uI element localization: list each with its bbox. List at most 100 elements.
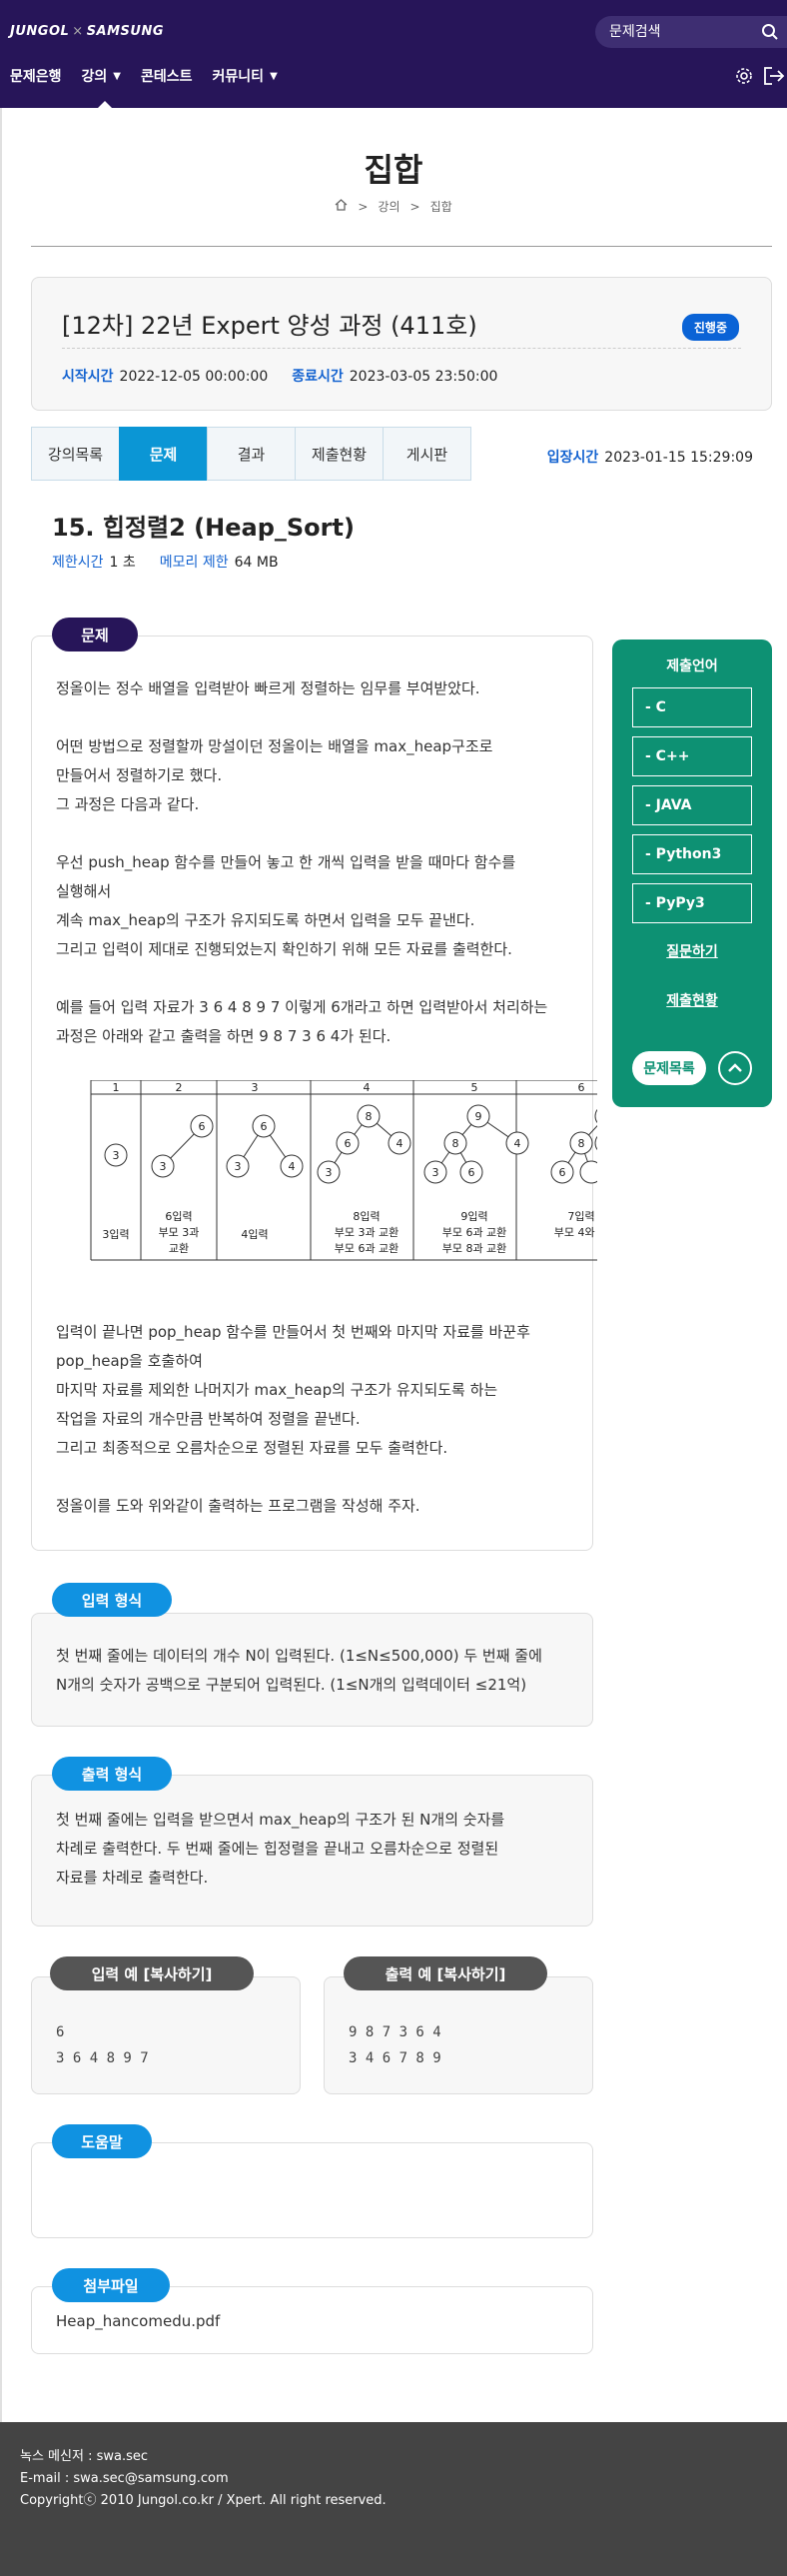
course-times: 시작시간 2022-12-05 00:00:00 종료시간 2023-03-05 23… [62,366,497,386]
tab-problem[interactable]: 문제 [119,427,208,481]
text-line: 마지막 자료를 제외한 나머지가 max_heap의 구조가 유지되도록 하는 [56,1381,498,1399]
column-caption: 4입력 [241,1228,268,1241]
column-caption: 교환 [169,1242,189,1255]
status-badge: 진행중 [681,314,739,341]
input-format-text: 첫 번째 줄에는 데이터의 개수 N이 입력된다. (1≤N≤500,000) … [56,1642,575,1700]
scroll-top-button[interactable] [718,1051,752,1085]
column-header: 4 [364,1081,371,1094]
footer-messenger: 녹스 메신저 : swa.sec [20,2449,148,2464]
text-line: 예를 들어 입력 자료가 3 6 4 8 9 7 이렇게 6개라고 하면 입력받… [56,998,548,1016]
column-caption: 부모 6과 교환 [335,1242,399,1255]
tree-node-value: 8 [578,1137,585,1150]
text-line: 그리고 최종적으로 오름차순으로 정렬된 자료를 모두 출력한다. [56,1439,448,1457]
breadcrumb-item[interactable]: 강의 [378,200,399,214]
example-input: 6 3 6 4 8 9 7 [56,2019,149,2071]
attachment-file-link[interactable]: Heap_hancomedu.pdf [56,2307,220,2336]
column-caption: 부모 6과 교환 [442,1226,507,1239]
problem-limits: 제한시간 1 초 메모리 제한 64 MB [52,552,279,572]
search-icon[interactable] [761,23,779,45]
menu-contest[interactable]: 콘테스트 [141,66,193,86]
example-line: 6 [56,2024,65,2040]
logo-jungol: JUNGOL [10,24,70,39]
tab-submission-status[interactable]: 제출현황 [295,427,384,481]
example-input-label[interactable]: 입력 예 [복사하기] [50,1956,254,1990]
problem-section: 정올이는 정수 배열을 입력받아 빠르게 정렬하는 임무를 부여받았다. 어떤 … [31,636,597,1551]
output-format-section: 첫 번째 줄에는 입력을 받으면서 max_heap의 구조가 된 N개의 숫자… [31,1775,593,1927]
breadcrumb-item[interactable]: 집합 [430,200,452,214]
lang-java-button[interactable]: - JAVA [632,785,752,825]
tree-node-value: 6 [199,1120,206,1133]
logout-icon[interactable] [763,66,785,90]
menu-label: 커뮤니티 [212,69,265,85]
top-navigation-bar: JUNGOL×SAMSUNG 문제은행 강의 ▼ 콘테스트 커뮤니티 ▼ [0,0,787,108]
tab-board[interactable]: 게시판 [383,427,471,481]
column-header: 6 [578,1081,585,1094]
course-info-card: [12차] 22년 Expert 양성 과정 (411호) 진행중 시작시간 20… [31,277,772,411]
main-menu: 문제은행 강의 ▼ 콘테스트 커뮤니티 ▼ [10,66,298,86]
tree-node-value: 3 [326,1166,333,1179]
example-output-label[interactable]: 출력 예 [복사하기] [344,1956,547,1990]
column-header: 5 [471,1081,478,1094]
footer: 녹스 메신저 : swa.sec E-mail : swa.sec@samsun… [0,2422,787,2576]
text-line: 실행해서 [56,882,112,900]
menu-label: 문제은행 [10,69,62,85]
menu-lecture[interactable]: 강의 ▼ [82,66,121,86]
start-time: 2022-12-05 00:00:00 [119,369,269,385]
example-input-box: 6 3 6 4 8 9 7 [31,1976,301,2094]
memory-limit: 64 MB [234,555,279,571]
column-caption: 8입력 [353,1210,380,1223]
submission-status-link[interactable]: 제출현황 [612,990,772,1010]
entry-time: 입장시간 2023-01-15 15:29:09 [547,447,753,467]
lang-pypy3-button[interactable]: - PyPy3 [632,883,752,923]
lang-cpp-button[interactable]: - C++ [632,736,752,776]
footer-email: E-mail : swa.sec@samsung.com [20,2471,229,2486]
text-line: N개의 숫자가 공백으로 구분되어 입력된다. (1≤N개의 입력데이터 ≤21… [56,1676,527,1694]
text-line: 어떤 방법으로 정렬할까 망설이던 정올이는 배열을 max_heap구조로 [56,737,493,755]
problem-list-button[interactable]: 문제목록 [632,1051,706,1085]
column-caption: 7입력 [567,1210,594,1223]
ask-question-link[interactable]: 질문하기 [612,941,772,961]
tree-node-value: 4 [514,1137,521,1150]
column-caption: 부모 8과 교환 [442,1242,507,1255]
text-line: 정올이는 정수 배열을 입력받아 빠르게 정렬하는 임무를 부여받았다. [56,679,480,697]
text-line: 그 과정은 다음과 같다. [56,795,200,813]
tree-node-value: 6 [468,1166,475,1179]
menu-community[interactable]: 커뮤니티 ▼ [213,66,278,86]
home-icon[interactable] [335,199,348,214]
text-line: 차례로 출력한다. 두 번째 줄에는 힙정렬을 끝내고 오름차순으로 정렬된 [56,1840,499,1858]
end-label: 종료시간 [292,369,344,385]
footer-text: 녹스 메신저 : swa.sec E-mail : swa.sec@samsun… [20,2446,387,2512]
tree-node-value: 8 [452,1137,459,1150]
column-caption: 부모 3과 교환 [335,1226,399,1239]
search-input[interactable] [609,22,749,42]
entry-value: 2023-01-15 15:29:09 [604,450,753,466]
text-line: 만들어서 정렬하기로 했다. [56,766,223,784]
breadcrumb-sep: > [358,200,369,214]
text-line: 우선 push_heap 함수를 만들어 놓고 한 개씩 입력을 받을 때마다 … [56,853,516,871]
text-line: 입력이 끝나면 pop_heap 함수를 만들어서 첫 번째와 마지막 자료를 … [56,1323,530,1341]
submission-sidebar: 제출언어 - C - C++ - JAVA - Python3 - PyPy3 … [612,640,772,1107]
tab-lecture-list[interactable]: 강의목록 [31,427,120,481]
tree-node-value: 6 [345,1137,352,1150]
tree-node-value: 3 [160,1160,167,1173]
start-label: 시작시간 [62,369,114,385]
tree-node-value: 4 [289,1160,296,1173]
text-line: pop_heap을 호출하여 [56,1352,203,1370]
lang-c-button[interactable]: - C [632,687,752,727]
column-caption: 3입력 [102,1228,129,1241]
menu-problem-bank[interactable]: 문제은행 [10,66,62,86]
tab-result[interactable]: 결과 [207,427,296,481]
example-line: 9 8 7 3 6 4 [349,2024,441,2040]
left-border-line [0,108,2,2422]
lang-python3-button[interactable]: - Python3 [632,834,752,874]
tree-node-value: 6 [261,1120,268,1133]
problem-search-box [595,16,787,48]
jungol-samsung-logo[interactable]: JUNGOL × SAMSUNG [10,24,164,39]
example-output: 9 8 7 3 6 4 3 4 6 7 8 9 [349,2019,441,2071]
text-line: 작업을 자료의 개수만큼 반복하여 정렬을 끝낸다. [56,1410,361,1428]
example-line: 3 6 4 8 9 7 [56,2050,149,2066]
gear-icon[interactable] [734,66,754,90]
column-header: 3 [252,1081,259,1094]
text-line: 계속 max_heap의 구조가 유지되도록 하면서 입력을 모두 끝낸다. [56,911,475,929]
logo-separator: × [72,24,84,39]
